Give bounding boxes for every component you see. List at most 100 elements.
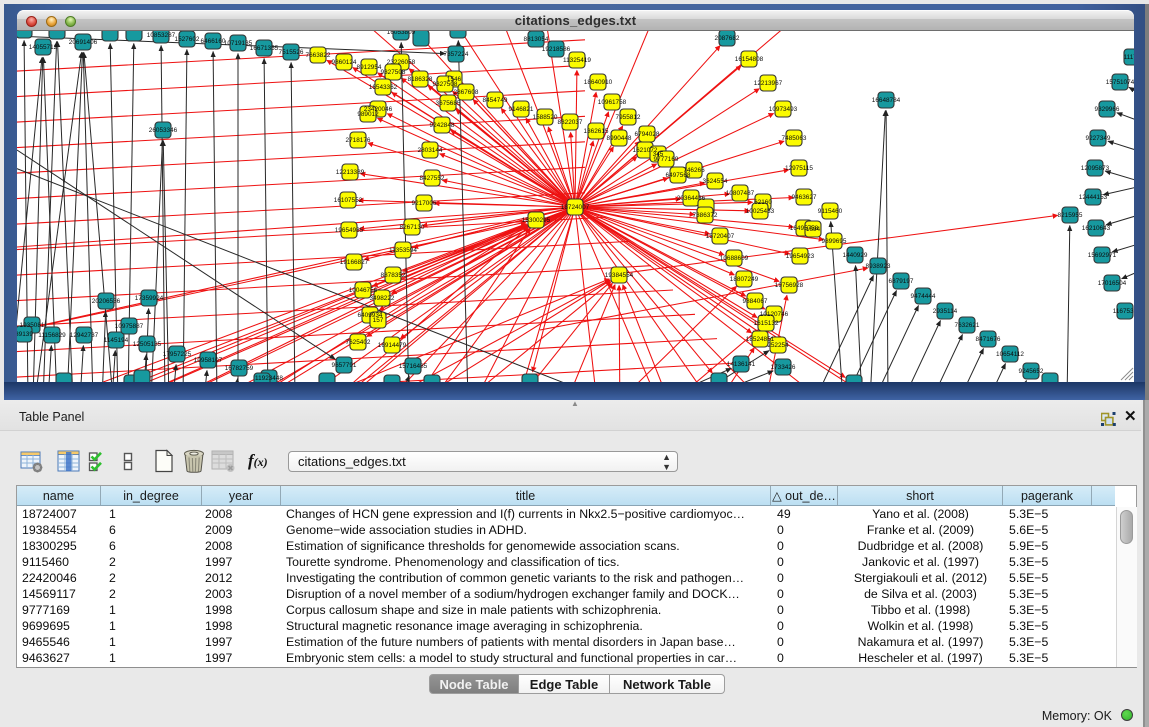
svg-text:9245652: 9245652: [1019, 368, 1044, 375]
svg-text:10975887: 10975887: [115, 323, 144, 330]
svg-text:19218586: 19218586: [542, 46, 571, 53]
svg-text:6466160: 6466160: [201, 38, 226, 45]
svg-text:20206536: 20206536: [92, 298, 121, 305]
svg-text:11174: 11174: [1124, 54, 1134, 61]
svg-text:11353594: 11353594: [389, 247, 417, 254]
svg-text:26053346: 26053346: [149, 127, 178, 134]
svg-text:2935114: 2935114: [933, 308, 958, 315]
svg-text:11156829: 11156829: [38, 332, 66, 339]
svg-text:10961758: 10961758: [598, 99, 627, 106]
svg-text:3675685: 3675685: [436, 100, 461, 107]
svg-text:16914479: 16914479: [378, 342, 407, 349]
svg-text:12942737: 12942737: [70, 332, 99, 339]
svg-text:12975115: 12975115: [785, 165, 813, 172]
svg-text:1167533: 1167533: [1113, 308, 1134, 315]
svg-text:10719135: 10719135: [224, 40, 253, 47]
svg-text:16053809: 16053809: [387, 31, 416, 36]
svg-text:10807487: 10807487: [726, 190, 755, 197]
svg-text:1733426: 1733426: [771, 364, 796, 371]
svg-text:9884067: 9884067: [743, 298, 768, 305]
svg-text:9227349: 9227349: [1086, 135, 1111, 142]
svg-text:10046756: 10046756: [349, 287, 378, 294]
svg-text:10120746: 10120746: [760, 311, 789, 318]
svg-text:7955812: 7955812: [616, 114, 641, 121]
svg-text:15720407: 15720407: [706, 233, 735, 240]
svg-text:19654923: 19654923: [786, 253, 815, 260]
svg-text:14055712: 14055712: [29, 44, 58, 51]
svg-text:14136141: 14136141: [727, 361, 756, 368]
svg-text:10688609: 10688609: [720, 255, 749, 262]
svg-text:20364436: 20364436: [677, 195, 706, 202]
svg-text:8186328: 8186328: [408, 76, 433, 83]
svg-text:8471676: 8471676: [976, 336, 1001, 343]
svg-text:1440929: 1440929: [843, 252, 868, 259]
svg-text:39139: 39139: [17, 331, 33, 338]
svg-text:8322037: 8322037: [558, 119, 583, 126]
svg-text:2867608: 2867608: [454, 89, 479, 96]
svg-text:17016504: 17016504: [1098, 280, 1127, 287]
svg-text:1145194: 1145194: [104, 337, 129, 344]
svg-text:16782759: 16782759: [225, 365, 254, 372]
svg-text:157: 157: [373, 317, 384, 324]
svg-text:12095873: 12095873: [1081, 165, 1110, 172]
svg-text:6879197: 6879197: [889, 278, 914, 285]
svg-text:7357224: 7357224: [444, 51, 469, 58]
svg-text:8454749: 8454749: [483, 97, 508, 104]
svg-text:252254: 252254: [767, 342, 789, 349]
svg-text:18300295: 18300295: [522, 217, 551, 224]
svg-text:16210643: 16210643: [1082, 225, 1111, 232]
svg-text:15751074: 15751074: [1106, 79, 1134, 86]
svg-text:9242848: 9242848: [430, 122, 455, 129]
svg-text:19756928: 19756928: [775, 282, 804, 289]
svg-text:18640910: 18640910: [584, 79, 613, 86]
svg-text:11325419: 11325419: [563, 57, 591, 64]
svg-text:3624554: 3624554: [703, 178, 728, 185]
svg-text:8813054: 8813054: [524, 36, 549, 43]
svg-text:7485063: 7485063: [782, 135, 807, 142]
svg-text:9777169: 9777169: [654, 156, 679, 163]
svg-text:10654112: 10654112: [996, 351, 1024, 358]
svg-text:7386372: 7386372: [693, 212, 718, 219]
svg-text:8267130: 8267130: [400, 224, 425, 231]
svg-text:16543362: 16543362: [369, 84, 398, 91]
svg-text:2803144: 2803144: [418, 147, 443, 154]
svg-text:989012: 989012: [357, 111, 379, 118]
svg-text:6794028: 6794028: [635, 131, 660, 138]
svg-text:7515526: 7515526: [279, 49, 304, 56]
svg-text:9474444: 9474444: [911, 293, 936, 300]
svg-text:1527602: 1527602: [175, 36, 200, 43]
svg-text:9327508: 9327508: [433, 81, 458, 88]
svg-text:12213967: 12213967: [754, 80, 783, 87]
svg-text:8878352: 8878352: [381, 272, 406, 279]
svg-text:16107552: 16107552: [334, 197, 363, 204]
svg-text:1588520: 1588520: [533, 114, 558, 121]
svg-text:20691406: 20691406: [69, 39, 98, 46]
svg-text:9115460: 9115460: [818, 208, 843, 215]
svg-text:2087682: 2087682: [715, 35, 740, 42]
svg-text:19384554: 19384554: [605, 272, 634, 279]
svg-text:9899695: 9899695: [822, 238, 847, 245]
svg-text:8990448: 8990448: [607, 135, 632, 142]
svg-text:12213389: 12213389: [336, 169, 365, 176]
svg-text:9329966: 9329966: [1095, 106, 1120, 113]
svg-text:17359924: 17359924: [135, 295, 164, 302]
svg-text:1694: 1694: [806, 226, 821, 233]
svg-text:10853287: 10853287: [147, 32, 176, 39]
svg-text:1362615: 1362615: [584, 128, 609, 135]
svg-text:10958107: 10958107: [194, 357, 223, 364]
svg-text:9860124: 9860124: [332, 59, 357, 66]
svg-text:2718176: 2718176: [346, 137, 371, 144]
svg-text:19166827: 19166827: [340, 259, 369, 266]
svg-text:15692971: 15692971: [1088, 252, 1117, 259]
svg-text:9146821: 9146821: [509, 106, 534, 113]
svg-text:9657791: 9657791: [332, 362, 357, 369]
svg-text:1935081: 1935081: [20, 322, 45, 329]
svg-text:17957225: 17957225: [163, 351, 192, 358]
svg-text:8427552: 8427552: [420, 175, 445, 182]
svg-text:19654985: 19654985: [335, 227, 364, 234]
svg-text:12444153: 12444153: [1079, 194, 1108, 201]
svg-text:10025433: 10025433: [746, 208, 775, 215]
svg-text:8938923: 8938923: [866, 263, 891, 270]
svg-text:16154808: 16154808: [735, 56, 764, 63]
svg-text:7663822: 7663822: [306, 52, 331, 59]
